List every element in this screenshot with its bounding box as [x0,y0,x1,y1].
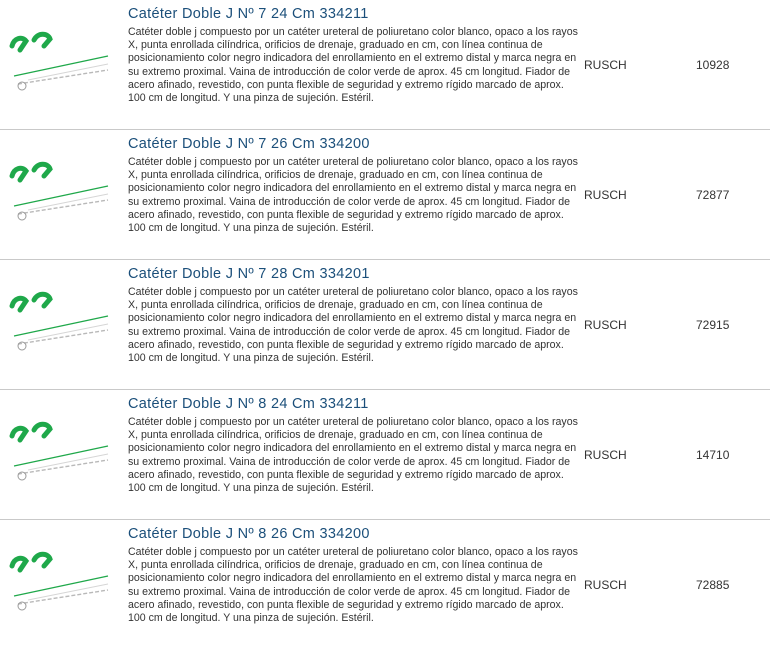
product-title[interactable]: Catéter Doble J Nº 8 24 Cm 334211 [128,396,369,412]
product-row: Catéter Doble J Nº 7 28 Cm 334201 Catéte… [0,260,770,390]
product-row: Catéter Doble J Nº 7 24 Cm 334211 Catéte… [0,0,770,130]
product-description: Catéter doble j compuesto por un catéter… [128,286,578,365]
product-brand: RUSCH [584,58,627,72]
double-j-catheter-image[interactable] [8,288,112,358]
product-brand: RUSCH [584,578,627,592]
product-brand: RUSCH [584,318,627,332]
double-j-catheter-image[interactable] [8,418,112,488]
product-row: Catéter Doble J Nº 7 26 Cm 334200 Catéte… [0,130,770,260]
double-j-catheter-image[interactable] [8,158,112,228]
product-code: 72885 [696,578,730,592]
product-description: Catéter doble j compuesto por un catéter… [128,546,578,625]
product-description: Catéter doble j compuesto por un catéter… [128,26,578,105]
product-title[interactable]: Catéter Doble J Nº 8 26 Cm 334200 [128,526,370,542]
product-list: Catéter Doble J Nº 7 24 Cm 334211 Catéte… [0,0,770,650]
product-brand: RUSCH [584,448,627,462]
double-j-catheter-image[interactable] [8,548,112,618]
product-description: Catéter doble j compuesto por un catéter… [128,416,578,495]
product-row: Catéter Doble J Nº 8 24 Cm 334211 Catéte… [0,390,770,520]
product-description: Catéter doble j compuesto por un catéter… [128,156,578,235]
product-title[interactable]: Catéter Doble J Nº 7 24 Cm 334211 [128,6,369,22]
product-code: 72877 [696,188,730,202]
product-title[interactable]: Catéter Doble J Nº 7 28 Cm 334201 [128,266,370,282]
double-j-catheter-image[interactable] [8,28,112,98]
product-row: Catéter Doble J Nº 8 26 Cm 334200 Catéte… [0,520,770,650]
product-brand: RUSCH [584,188,627,202]
product-code: 14710 [696,448,730,462]
product-code: 72915 [696,318,730,332]
product-code: 10928 [696,58,730,72]
product-title[interactable]: Catéter Doble J Nº 7 26 Cm 334200 [128,136,370,152]
